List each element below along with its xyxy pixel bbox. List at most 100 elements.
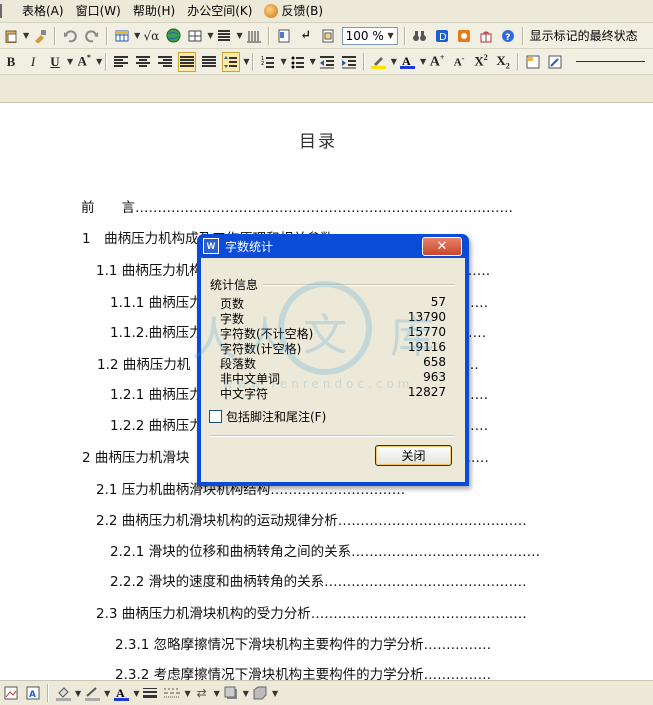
svg-text:A: A <box>116 686 125 700</box>
arrow-dropdown-icon[interactable]: ▼ <box>214 689 220 698</box>
assistant-icon[interactable]: D <box>433 26 451 46</box>
find-binoculars-icon[interactable] <box>411 26 429 46</box>
line-spacing-dropdown-icon[interactable]: ▼ <box>243 57 249 66</box>
menu-grip <box>0 4 6 18</box>
superscript-icon[interactable]: X2 <box>472 52 490 72</box>
subscript-icon[interactable]: X2 <box>494 52 512 72</box>
redo-icon[interactable] <box>83 26 101 46</box>
shadow-dropdown-icon[interactable]: ▼ <box>243 689 249 698</box>
show-hide-marks-icon[interactable]: ↵ <box>297 26 315 46</box>
columns-dropdown-icon[interactable]: ▼ <box>236 31 242 40</box>
formula-icon[interactable]: √α <box>142 26 160 46</box>
template-icon[interactable] <box>455 26 473 46</box>
font-effects-dropdown-icon[interactable]: ▼ <box>96 57 102 66</box>
toc-entry[interactable]: 2.3 曲柄压力机滑块机构的受力分析………………………………………… <box>96 602 527 622</box>
line-spacing-icon[interactable] <box>222 51 241 72</box>
menu-help[interactable]: 帮助(H) <box>127 1 181 21</box>
close-button[interactable]: 关闭 <box>375 445 452 466</box>
menu-window[interactable]: 窗口(W) <box>70 1 127 21</box>
draw-font-color-icon[interactable]: A <box>112 683 130 703</box>
zoom-select[interactable]: 100 % ▼ <box>341 26 398 45</box>
align-right-icon[interactable] <box>156 52 174 72</box>
grow-font-icon[interactable]: A+ <box>428 52 446 72</box>
toc-entry[interactable]: 2.3.1 忽略摩擦情况下滑块机构主要构件的力学分析…………… <box>115 633 491 653</box>
numbering-dropdown-icon[interactable]: ▼ <box>280 57 286 66</box>
fill-color-icon[interactable] <box>54 683 72 703</box>
dash-dropdown-icon[interactable]: ▼ <box>184 689 190 698</box>
toc-entry[interactable]: 2.2.1 滑块的位移和曲柄转角之间的关系…………………………………… <box>110 540 540 560</box>
stat-row: 字数 13790 <box>220 310 446 326</box>
table-dropdown-icon[interactable]: ▼ <box>134 31 140 40</box>
insert-table-icon[interactable] <box>113 26 131 46</box>
paste-dropdown-icon[interactable]: ▼ <box>23 31 29 40</box>
italic-button[interactable]: I <box>24 52 42 72</box>
markup-display-select[interactable]: 显示标记的最终状态 <box>527 27 641 45</box>
toc-entry[interactable]: 2.2.2 滑块的速度和曲柄转角的关系……………………………………… <box>110 570 527 590</box>
footnote-checkbox-label[interactable]: 包括脚注和尾注(F) <box>226 408 326 425</box>
highlight-icon[interactable] <box>370 52 388 72</box>
insert-wordart-icon[interactable]: A <box>24 683 42 703</box>
grid-dropdown-icon[interactable]: ▼ <box>207 31 213 40</box>
columns-icon[interactable] <box>215 26 233 46</box>
toc-entry[interactable]: 2.2 曲柄压力机滑块机构的运动规律分析…………………………………… <box>96 509 527 529</box>
svg-text:?: ? <box>505 33 510 43</box>
increase-indent-icon[interactable] <box>340 52 358 72</box>
toc-entry[interactable]: 2.3.2 考虑摩擦情况下滑块机构主要构件的力学分析…………… <box>115 663 491 680</box>
stat-row: 字符数(计空格) 19116 <box>220 340 446 356</box>
stat-label: 字符数(不计空格) <box>220 327 314 341</box>
distributed-align-icon[interactable] <box>200 52 218 72</box>
menu-table[interactable]: 表格(A) <box>16 1 70 21</box>
align-left-icon[interactable] <box>112 52 130 72</box>
footnote-checkbox-row[interactable]: 包括脚注和尾注(F) <box>209 408 326 425</box>
highlight-dropdown-icon[interactable]: ▼ <box>391 57 397 66</box>
dash-style-icon[interactable] <box>163 683 181 703</box>
gift-icon[interactable] <box>477 26 495 46</box>
fill-dropdown-icon[interactable]: ▼ <box>75 689 81 698</box>
bullets-icon[interactable] <box>289 52 307 72</box>
stat-label: 中文字符 <box>220 387 269 401</box>
print-preview-icon[interactable] <box>319 26 337 46</box>
font-effects-icon[interactable]: A* <box>75 52 93 72</box>
draw-font-color-dropdown-icon[interactable]: ▼ <box>133 689 139 698</box>
font-color-dropdown-icon[interactable]: ▼ <box>420 57 426 66</box>
dialog-title: 字数统计 <box>225 239 274 254</box>
align-center-icon[interactable] <box>134 52 152 72</box>
separator <box>106 26 109 45</box>
line-color-icon[interactable] <box>83 683 101 703</box>
undo-icon[interactable] <box>61 26 79 46</box>
3d-dropdown-icon[interactable]: ▼ <box>272 689 278 698</box>
underline-dropdown-icon[interactable]: ▼ <box>67 57 73 66</box>
border-style-line[interactable] <box>576 61 645 62</box>
line-style-icon[interactable] <box>141 683 159 703</box>
document-map-icon[interactable] <box>275 26 293 46</box>
menu-office-space[interactable]: 办公空间(K) <box>181 1 258 21</box>
decrease-indent-icon[interactable] <box>318 52 336 72</box>
arrow-style-icon[interactable]: ⇄ <box>193 683 211 703</box>
insert-grid-icon[interactable] <box>186 26 204 46</box>
bullets-dropdown-icon[interactable]: ▼ <box>310 57 316 66</box>
insert-picture-icon[interactable] <box>2 683 20 703</box>
numbering-icon[interactable]: 12 <box>259 52 277 72</box>
stat-label: 字数 <box>220 312 245 326</box>
help-icon[interactable]: ? <box>499 26 517 46</box>
format-painter-icon[interactable] <box>31 26 49 46</box>
format-icon[interactable] <box>546 52 564 72</box>
hyperlink-globe-icon[interactable] <box>164 26 182 46</box>
shrink-font-icon[interactable]: A- <box>450 52 468 72</box>
menu-bar: 表格(A) 窗口(W) 帮助(H) 办公空间(K) 反馈(B) <box>0 0 653 23</box>
text-direction-icon[interactable] <box>245 26 263 46</box>
menu-feedback[interactable]: 反馈(B) <box>258 1 329 21</box>
underline-button[interactable]: U <box>46 52 64 72</box>
bold-button[interactable]: B <box>2 52 20 72</box>
line-color-dropdown-icon[interactable]: ▼ <box>104 689 110 698</box>
dialog-close-icon[interactable]: ✕ <box>422 237 462 256</box>
font-color-icon[interactable]: A <box>399 52 417 72</box>
3d-style-icon[interactable] <box>251 683 269 703</box>
separator <box>403 26 406 45</box>
toc-entry[interactable]: 前 言………………………………………………………………………… <box>81 196 513 216</box>
paste-icon[interactable] <box>2 26 20 46</box>
shadow-style-icon[interactable] <box>222 683 240 703</box>
styles-pane-icon[interactable] <box>524 52 542 72</box>
footnote-checkbox[interactable] <box>209 410 222 423</box>
justify-icon[interactable] <box>178 51 197 72</box>
